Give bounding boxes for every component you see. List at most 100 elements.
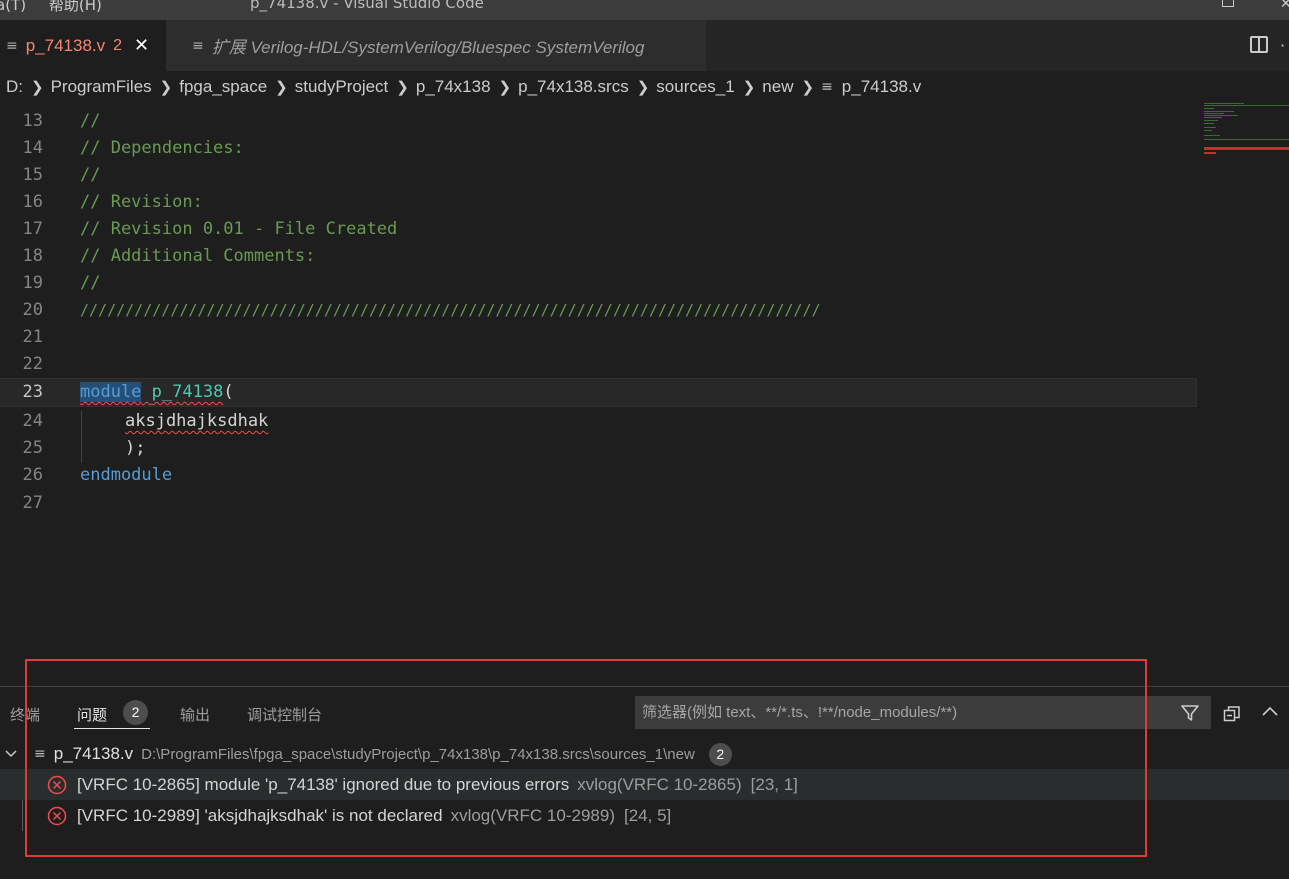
problem-message: [VRFC 10-2865] module 'p_74138' ignored … xyxy=(77,774,570,794)
close-tab-icon[interactable]: ✕ xyxy=(134,35,149,56)
line-number: 21 xyxy=(22,327,43,347)
code-text: // xyxy=(80,111,101,131)
chevron-right-icon: ❯ xyxy=(801,79,815,96)
filter-input[interactable] xyxy=(635,696,1171,729)
problem-position: [24, 5] xyxy=(623,805,672,825)
breadcrumb-item[interactable]: D: xyxy=(6,77,23,97)
problem-file-path: D:\ProgramFiles\fpga_space\studyProject\… xyxy=(141,745,695,763)
minimap-line xyxy=(1204,127,1216,128)
chevron-right-icon: ❯ xyxy=(636,79,650,96)
file-lines-icon: ≡ xyxy=(6,37,18,54)
code-text: // Dependencies: xyxy=(80,138,244,158)
code-line[interactable]: 14 // Dependencies: xyxy=(0,135,1196,162)
collapse-all-icon[interactable] xyxy=(1223,705,1241,723)
code-line[interactable]: 26 endmodule xyxy=(0,462,1196,489)
line-number: 15 xyxy=(22,165,43,185)
breadcrumb-item[interactable]: new xyxy=(762,77,793,97)
code-editor[interactable]: 13 // 14 // Dependencies: 15 // 16 // Revisi… xyxy=(0,106,1197,676)
minimap-line xyxy=(1204,105,1289,106)
breadcrumb-item[interactable]: ProgramFiles xyxy=(51,77,152,97)
minimap-line xyxy=(1204,117,1222,118)
code-text: aksjdhajksdhak xyxy=(125,408,268,435)
problem-source: xvlog(VRFC 10-2865) xyxy=(577,774,742,794)
tab-p-74138-v[interactable]: ≡ p_74138.v 2 ✕ xyxy=(0,20,166,71)
breadcrumb-item[interactable]: studyProject xyxy=(295,77,389,97)
menu-bar: a(T) 帮助(H) xyxy=(0,0,120,15)
problem-item[interactable]: [VRFC 10-2865] module 'p_74138' ignored … xyxy=(0,769,1289,800)
line-number: 24 xyxy=(22,411,43,431)
line-number: 13 xyxy=(22,111,43,131)
code-line[interactable]: 27 xyxy=(0,490,1196,517)
code-text: // Additional Comments: xyxy=(80,246,316,266)
minimap-line xyxy=(1204,108,1214,109)
minimap-line xyxy=(1204,103,1244,104)
line-number: 22 xyxy=(22,354,43,374)
breadcrumb-item[interactable]: fpga_space xyxy=(179,77,267,97)
chevron-right-icon: ❯ xyxy=(31,79,44,96)
code-line[interactable]: 16 // Revision: xyxy=(0,189,1196,216)
code-line[interactable]: 22 xyxy=(0,351,1196,378)
problem-position: [23, 1] xyxy=(750,774,798,794)
code-line[interactable]: 20 //////////////////////////////////////… xyxy=(0,297,1196,324)
code-line[interactable]: 18 // Additional Comments: xyxy=(0,243,1196,270)
problems-file-group[interactable]: ≡ p_74138.v D:\ProgramFiles\fpga_space\s… xyxy=(0,739,1289,769)
tab-terminal[interactable]: 终端 xyxy=(10,704,40,725)
breadcrumb: D: ❯ ProgramFiles ❯ fpga_space ❯ studyProje… xyxy=(0,71,1289,103)
code-line[interactable]: 19 // xyxy=(0,270,1196,297)
problem-file-name: p_74138.v xyxy=(53,744,134,763)
minimap-error-marker xyxy=(1204,152,1216,154)
chevron-right-icon: ❯ xyxy=(742,79,756,96)
open-paren: ( xyxy=(223,382,234,402)
error-circle-icon xyxy=(47,806,67,825)
close-window-icon[interactable]: ✕ xyxy=(1280,0,1289,12)
active-tab-indicator xyxy=(74,728,150,729)
breadcrumb-item[interactable]: p_74x138.srcs xyxy=(518,77,629,97)
code-text: // xyxy=(80,165,101,185)
filter-icon[interactable] xyxy=(1180,703,1200,723)
tab-extension-verilog[interactable]: ≡ 扩展 Verilog-HDL/SystemVerilog/Bluespec … xyxy=(166,20,706,71)
code-line[interactable]: 21 xyxy=(0,324,1196,351)
code-text: ); xyxy=(125,438,146,458)
minimap-line xyxy=(1204,139,1289,140)
code-text: // Revision 0.01 - File Created xyxy=(80,219,398,239)
breadcrumb-item[interactable]: p_74x138 xyxy=(416,77,491,97)
line-number: 23 xyxy=(22,382,43,402)
menu-item-window[interactable]: a(T) xyxy=(0,0,26,14)
menu-item-help[interactable]: 帮助(H) xyxy=(49,0,102,14)
breadcrumb-item[interactable]: p_74138.v xyxy=(842,77,921,97)
breadcrumb-item[interactable]: sources_1 xyxy=(656,77,734,97)
minimap-line xyxy=(1204,120,1218,121)
minimap[interactable] xyxy=(1200,100,1289,160)
more-actions-icon[interactable]: · xyxy=(1280,36,1285,55)
line-number: 16 xyxy=(22,192,43,212)
tab-problems[interactable]: 问题 xyxy=(77,704,107,725)
code-line[interactable]: 15 // xyxy=(0,162,1196,189)
code-line[interactable]: 13 // xyxy=(0,108,1196,135)
keyword-module: module xyxy=(80,382,142,402)
chevron-up-icon[interactable] xyxy=(1261,705,1279,719)
chevron-down-icon[interactable] xyxy=(4,748,18,760)
line-number: 27 xyxy=(22,493,43,513)
chevron-right-icon: ❯ xyxy=(498,79,512,96)
code-text: module p_74138( xyxy=(80,379,234,406)
tab-output[interactable]: 输出 xyxy=(180,704,210,725)
code-line[interactable]: 25); xyxy=(0,435,1196,462)
problem-item[interactable]: [VRFC 10-2989] 'aksjdhajksdhak' is not d… xyxy=(0,800,1289,831)
tab-debug-console[interactable]: 调试控制台 xyxy=(247,704,322,725)
chevron-right-icon: ❯ xyxy=(396,79,409,96)
code-text: endmodule xyxy=(80,465,173,485)
line-number: 19 xyxy=(22,273,43,293)
split-editor-icon[interactable] xyxy=(1250,36,1268,53)
chevron-right-icon: ❯ xyxy=(159,79,173,96)
line-number: 17 xyxy=(22,219,43,239)
code-line[interactable]: 24 aksjdhajksdhak xyxy=(0,408,1196,435)
undeclared-identifier: aksjdhajksdhak xyxy=(125,411,269,431)
tab-problem-count: 2 xyxy=(113,36,123,54)
line-number: 25 xyxy=(22,438,43,458)
problems-count-badge: 2 xyxy=(123,700,148,725)
code-line[interactable]: 17 // Revision 0.01 - File Created xyxy=(0,216,1196,243)
restore-window-icon[interactable] xyxy=(1222,0,1234,7)
code-line-current[interactable]: 23 module p_74138( xyxy=(0,378,1197,407)
problems-filter xyxy=(635,696,1211,729)
problem-source: xvlog(VRFC 10-2989) xyxy=(450,805,615,825)
